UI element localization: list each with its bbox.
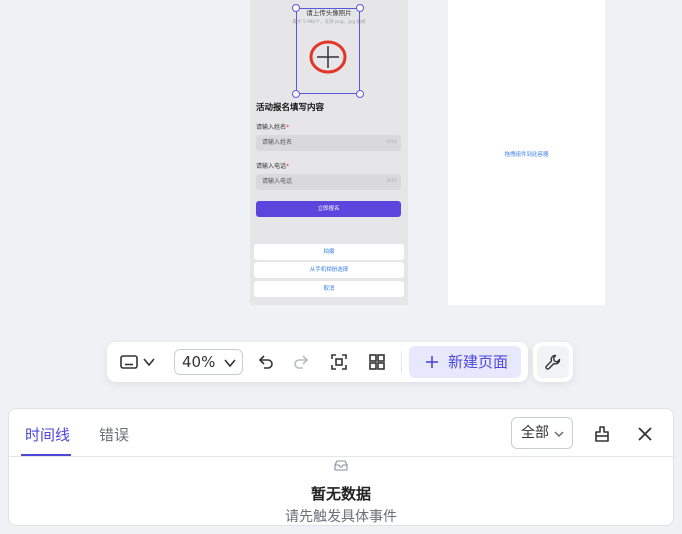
resize-handle-top-left[interactable] bbox=[292, 4, 300, 12]
submit-button[interactable]: 立即报名 bbox=[256, 201, 401, 217]
redo-icon[interactable] bbox=[291, 352, 311, 372]
zoom-select[interactable]: 40% bbox=[174, 349, 243, 375]
chevron-down-icon bbox=[554, 431, 564, 437]
chevron-down-icon[interactable] bbox=[142, 355, 156, 369]
wrench-icon bbox=[545, 354, 561, 370]
debug-panel: 时间线 错误 全部 暂无数据 请先触发具体事件 bbox=[8, 408, 674, 526]
clear-log-icon[interactable] bbox=[592, 424, 612, 444]
chevron-down-icon bbox=[224, 359, 236, 368]
close-icon[interactable] bbox=[636, 425, 654, 443]
sheet-choose-album[interactable]: 从手机相册选择 bbox=[254, 262, 404, 278]
panel-tab-bar: 时间线 错误 全部 bbox=[9, 409, 673, 457]
upload-plus-icon[interactable] bbox=[300, 31, 356, 87]
empty-state-title: 暂无数据 bbox=[310, 485, 371, 503]
toolbar-divider bbox=[401, 351, 402, 373]
tools-panel bbox=[533, 342, 573, 382]
empty-inbox-icon bbox=[334, 460, 348, 471]
active-tab-indicator bbox=[21, 454, 71, 456]
resize-handle-bottom-left[interactable] bbox=[292, 90, 300, 98]
undo-icon[interactable] bbox=[256, 352, 276, 372]
resize-handle-top-right[interactable] bbox=[356, 4, 364, 12]
phone-char-count: 0/11 bbox=[386, 179, 397, 184]
canvas-toolbar: 40% 新建页面 bbox=[107, 342, 528, 382]
empty-state-subtitle: 请先触发具体事件 bbox=[285, 509, 397, 525]
plus-icon bbox=[426, 356, 438, 368]
new-page-button[interactable]: 新建页面 bbox=[409, 346, 521, 378]
new-page-label: 新建页面 bbox=[448, 353, 509, 371]
sheet-take-photo[interactable]: 拍摄 bbox=[254, 244, 404, 260]
phone-preview: 请上传头像照片 最大 5 MB/个，支持 png、jpg 格式 活动报名填写内容… bbox=[250, 0, 408, 305]
tab-errors[interactable]: 错误 bbox=[99, 424, 129, 445]
sheet-cancel[interactable]: 取消 bbox=[254, 281, 404, 297]
tab-timeline[interactable]: 时间线 bbox=[25, 424, 70, 445]
layout-grid-icon[interactable] bbox=[367, 352, 387, 372]
phone-field-label: 请输入电话* bbox=[256, 163, 290, 170]
tools-button[interactable] bbox=[537, 346, 569, 378]
event-filter-value: 全部 bbox=[521, 425, 549, 441]
phone-input[interactable]: 请输入电话 0/11 bbox=[256, 174, 401, 190]
zoom-value: 40% bbox=[182, 353, 216, 371]
device-preview-icon[interactable] bbox=[119, 352, 139, 372]
name-field-label: 请输入姓名* bbox=[256, 124, 290, 131]
drop-container-hint: 拖拽组件到此容器 bbox=[504, 152, 549, 158]
name-char-count: 0/10 bbox=[386, 140, 397, 145]
phone-input-placeholder: 请输入电话 bbox=[262, 178, 293, 185]
name-input[interactable]: 请输入姓名 0/10 bbox=[256, 135, 401, 151]
resize-handle-bottom-right[interactable] bbox=[356, 90, 364, 98]
name-input-placeholder: 请输入姓名 bbox=[262, 139, 293, 146]
drop-container[interactable]: 拖拽组件到此容器 bbox=[448, 0, 605, 305]
fit-screen-icon[interactable] bbox=[329, 352, 349, 372]
event-filter-select[interactable]: 全部 bbox=[511, 417, 573, 449]
form-heading: 活动报名填写内容 bbox=[256, 103, 325, 113]
